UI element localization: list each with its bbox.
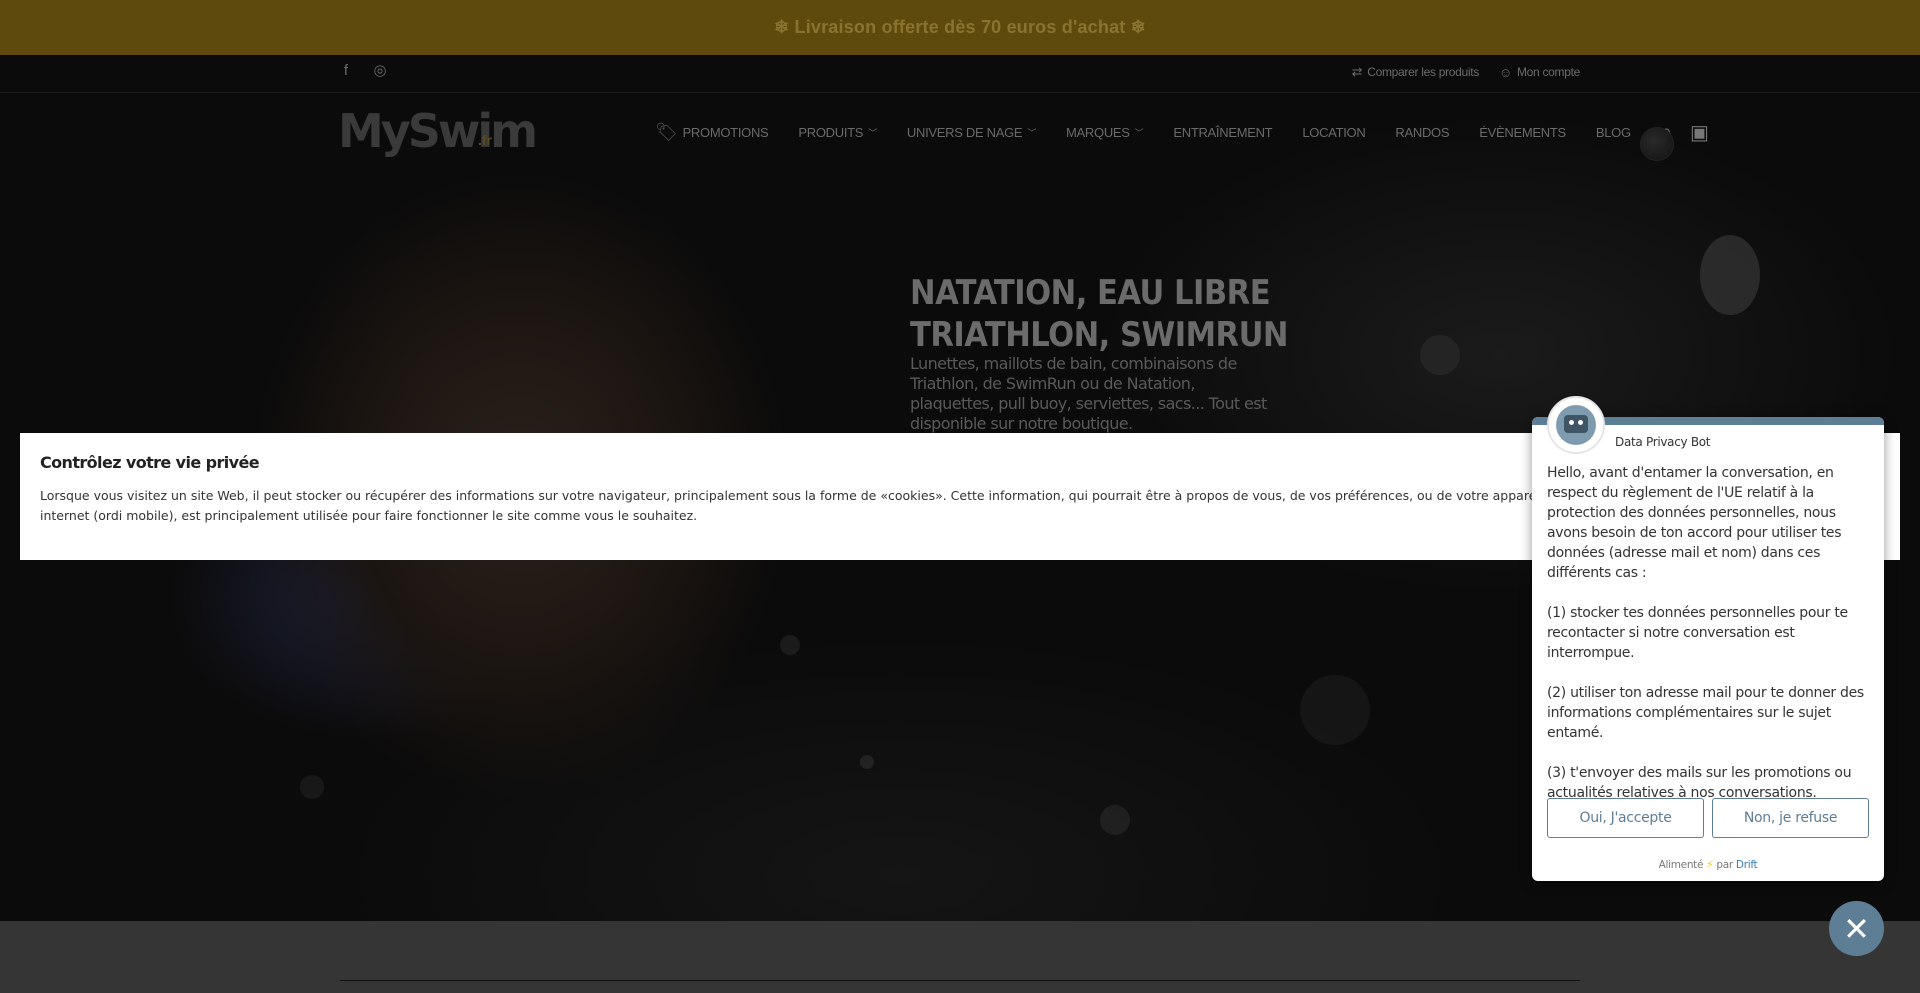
site-logo[interactable]: MySwim .fr — [338, 108, 538, 158]
compare-products-link[interactable]: ⇄ Comparer les produits — [1351, 64, 1480, 80]
facebook-icon[interactable]: f — [338, 63, 354, 79]
user-icon: ☺ — [1498, 64, 1512, 80]
nav-item-promotions[interactable]: 🏷 PROMOTIONS — [655, 122, 769, 143]
chat-widget: Data Privacy Bot Hello, avant d'entamer … — [1532, 396, 1884, 881]
chat-message[interactable]: Hello, avant d'entamer la conversation, … — [1547, 463, 1869, 798]
robot-icon — [1556, 405, 1596, 445]
nav-item-entrainement[interactable]: ENTRAÎNEMENT — [1173, 125, 1272, 140]
shopping-bag-icon[interactable]: ▣ — [1690, 120, 1709, 145]
social-links: f ◎ — [338, 63, 388, 79]
chat-consent-buttons: Oui, J'accepte Non, je refuse — [1547, 798, 1869, 838]
utility-bar — [0, 55, 1920, 93]
nav-item-label: RANDOS — [1395, 125, 1450, 140]
account-label: Mon compte — [1516, 65, 1580, 79]
compare-products-label: Comparer les produits — [1367, 65, 1479, 79]
chevron-down-icon: ﹀ — [1027, 128, 1037, 138]
promo-text: ❄ Livraison offerte dès 70 euros d'achat… — [774, 17, 1146, 37]
nav-item-label: UNIVERS DE NAGE — [906, 125, 1023, 140]
nav-item-marques[interactable]: MARQUES ﹀ — [1066, 125, 1144, 140]
chat-paragraph: (3) t'envoyer des mails sur les promotio… — [1547, 765, 1852, 798]
nav-item-label: PRODUITS — [798, 125, 864, 140]
nav-item-label: ENTRAÎNEMENT — [1173, 125, 1273, 140]
tag-icon: 🏷 — [655, 122, 678, 142]
nav-item-evenements[interactable]: ÉVÈNEMENTS — [1479, 125, 1566, 140]
chat-paragraph: Hello, avant d'entamer la conversation, … — [1547, 465, 1842, 581]
lightning-icon: ⚡ — [1706, 859, 1714, 871]
chat-paragraph: (1) stocker tes données personnelles pou… — [1547, 605, 1848, 661]
nav-item-location[interactable]: LOCATION — [1302, 125, 1365, 140]
cookie-body: Lorsque vous visitez un site Web, il peu… — [40, 488, 1544, 523]
nav-item-label: LOCATION — [1302, 125, 1366, 140]
nav-item-univers-de-nage[interactable]: UNIVERS DE NAGE ﹀ — [907, 125, 1036, 140]
accept-button[interactable]: Oui, J'accepte — [1547, 798, 1704, 838]
shuffle-icon: ⇄ — [1351, 64, 1363, 79]
nav-item-label: MARQUES — [1066, 125, 1130, 140]
logo-suffix: .fr — [478, 132, 492, 148]
main-nav: 🏷 PROMOTIONS PRODUITS ﹀ UNIVERS DE NAGE … — [655, 120, 1727, 145]
chat-close-button[interactable]: ✕ — [1829, 901, 1884, 956]
logo-text: MySwim — [338, 104, 538, 158]
instagram-icon[interactable]: ◎ — [372, 63, 388, 79]
language-globe-icon[interactable] — [1640, 127, 1674, 161]
hero-subtitle: Lunettes, maillots de bain, combinaisons… — [910, 354, 1267, 433]
nav-item-randos[interactable]: RANDOS — [1395, 125, 1449, 140]
footer-prefix: Alimenté — [1658, 859, 1704, 871]
hero-title-line2: TRIATHLON, SWIMRUN — [910, 315, 1289, 355]
chevron-down-icon: ﹀ — [868, 128, 877, 138]
divider — [340, 980, 1580, 981]
hero-title: NATATION, EAU LIBRE TRIATHLON, SWIMRUN — [910, 272, 1310, 356]
close-icon: ✕ — [1843, 910, 1870, 947]
footer-by: par — [1716, 859, 1733, 871]
hero-title-line1: NATATION, EAU LIBRE — [910, 273, 1271, 313]
nav-item-produits[interactable]: PRODUITS ﹀ — [798, 125, 877, 140]
bottom-section — [0, 921, 1920, 993]
promo-banner: ❄ Livraison offerte dès 70 euros d'achat… — [0, 0, 1920, 55]
nav-item-blog[interactable]: BLOG — [1596, 125, 1631, 140]
chat-paragraph: (2) utiliser ton adresse mail pour te do… — [1547, 685, 1864, 741]
bot-avatar — [1547, 396, 1605, 454]
nav-item-label: ÉVÈNEMENTS — [1479, 125, 1566, 140]
nav-item-label: BLOG — [1595, 125, 1631, 140]
chevron-down-icon: ﹀ — [1134, 128, 1144, 138]
utility-links: ⇄ Comparer les produits ☺ Mon compte — [1351, 64, 1581, 80]
account-link[interactable]: ☺ Mon compte — [1499, 64, 1580, 80]
chat-footer: Alimenté ⚡ par Drift — [1532, 859, 1884, 871]
refuse-button[interactable]: Non, je refuse — [1712, 798, 1869, 838]
drift-link[interactable]: Drift — [1736, 859, 1758, 871]
nav-item-label: PROMOTIONS — [682, 125, 769, 140]
bot-name: Data Privacy Bot — [1615, 435, 1711, 449]
